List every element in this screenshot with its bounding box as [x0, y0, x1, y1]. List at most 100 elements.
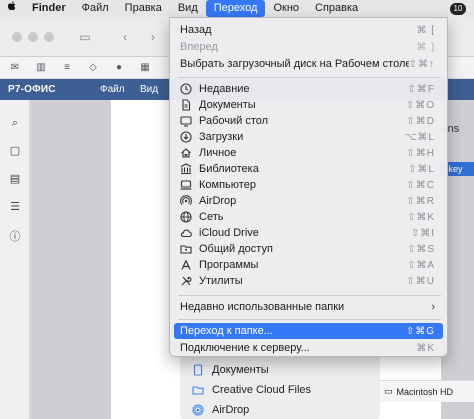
left-tool-panel: ⌕ ▢ ▤ ☰ ⓘ: [0, 100, 30, 419]
box-icon[interactable]: ◇: [86, 61, 100, 75]
menu-item-label: Программы: [199, 259, 259, 271]
go-menu-item-applications[interactable]: Программы ⇧⌘A: [174, 257, 443, 273]
menu-item-label: Документы: [199, 99, 256, 111]
menu-edit[interactable]: Правка: [117, 0, 170, 17]
finder-sidebar-item-airdrop[interactable]: AirDrop: [192, 401, 249, 419]
finder-sidebar-label: Документы: [212, 364, 269, 376]
close-window-button[interactable]: [12, 32, 22, 42]
comment-icon[interactable]: ▢: [8, 144, 22, 158]
menu-view[interactable]: Вид: [170, 0, 206, 17]
menu-item-shortcut: ⇧⌘G: [405, 325, 435, 337]
go-menu-item-library[interactable]: Библиотека ⇧⌘L: [174, 161, 443, 177]
r7-menu-view[interactable]: Вид: [140, 79, 158, 100]
chevron-right-icon: ›: [431, 301, 435, 313]
library-icon: [180, 163, 192, 175]
r7-menu-file[interactable]: Файл: [100, 79, 125, 100]
finder-sidebar-item-creative-cloud[interactable]: Creative Cloud Files: [192, 381, 311, 399]
menu-item-shortcut: ⇧⌘I: [410, 227, 435, 239]
menu-item-shortcut: ⌥⌘L: [404, 131, 435, 143]
disk-icon: ▭: [384, 386, 393, 396]
shared-folder-icon: [180, 243, 192, 255]
menu-item-shortcut: ⇧⌘O: [405, 99, 435, 111]
go-menu-item-airdrop[interactable]: AirDrop ⇧⌘R: [174, 193, 443, 209]
chart-icon[interactable]: ▥: [34, 61, 48, 75]
go-menu-item-recents[interactable]: Недавние ⇧⌘F: [174, 81, 443, 97]
menu-bar: Finder Файл Правка Вид Переход Окно Спра…: [0, 0, 474, 17]
forward-icon[interactable]: ›: [140, 28, 166, 46]
info-icon[interactable]: ⓘ: [8, 230, 22, 244]
go-menu-item-shared[interactable]: Общий доступ ⇧⌘S: [174, 241, 443, 257]
grid-icon[interactable]: ▦: [138, 61, 152, 75]
status-badge[interactable]: 10: [450, 2, 466, 15]
go-menu-item-goto-folder[interactable]: Переход к папке... ⇧⌘G: [174, 323, 443, 339]
menu-separator: [178, 295, 441, 296]
menu-item-label: Библиотека: [199, 163, 259, 175]
menu-item-label: Компьютер: [199, 179, 256, 191]
download-icon: [180, 131, 192, 143]
menu-item-shortcut: ⇧⌘L: [408, 163, 435, 175]
menu-item-label: Утилиты: [199, 275, 243, 287]
menu-go[interactable]: Переход: [205, 0, 266, 17]
airdrop-icon: [192, 404, 204, 416]
menu-item-shortcut: ⇧⌘D: [406, 115, 435, 127]
finder-sidebar-item-documents[interactable]: Документы: [192, 361, 269, 379]
clock-icon: [180, 83, 192, 95]
network-icon: [180, 211, 192, 223]
path-bar-item[interactable]: Macintosh HD: [397, 387, 454, 397]
go-menu-item-home[interactable]: Личное ⇧⌘H: [174, 145, 443, 161]
menu-item-label: iCloud Drive: [199, 227, 259, 239]
github-icon[interactable]: ●: [112, 61, 126, 75]
folder-icon: [192, 386, 204, 395]
go-menu-item-recent-folders[interactable]: Недавно использованные папки ›: [174, 299, 443, 315]
airdrop-icon: [180, 195, 192, 207]
menu-item-label: Назад: [180, 24, 212, 36]
go-menu-item-computer[interactable]: Компьютер ⇧⌘C: [174, 177, 443, 193]
menu-item-shortcut: ⌘ ]: [416, 41, 435, 53]
menu-item-shortcut: ⇧⌘S: [406, 243, 435, 255]
menu-separator: [178, 77, 441, 78]
go-menu-item-back[interactable]: Назад ⌘ [: [174, 22, 443, 38]
headings-icon[interactable]: ☰: [8, 200, 22, 214]
menu-help[interactable]: Справка: [307, 0, 366, 17]
menu-item-shortcut: ⇧⌘C: [406, 179, 435, 191]
go-menu-item-connect-server[interactable]: Подключение к серверу... ⌘K: [174, 340, 443, 356]
computer-icon: [180, 179, 192, 191]
menu-item-label: AirDrop: [199, 195, 237, 207]
go-menu-item-documents[interactable]: Документы ⇧⌘O: [174, 97, 443, 113]
code-icon[interactable]: ≡: [60, 61, 74, 75]
go-menu-item-icloud-drive[interactable]: iCloud Drive ⇧⌘I: [174, 225, 443, 241]
menu-window[interactable]: Окно: [265, 0, 307, 17]
cloud-icon: [180, 227, 192, 239]
sidebar-toggle-icon[interactable]: ▭: [72, 28, 98, 46]
menu-item-shortcut: ⇧⌘↑: [408, 58, 435, 70]
go-menu-item-downloads[interactable]: Загрузки ⌥⌘L: [174, 129, 443, 145]
finder-sidebar: Документы Creative Cloud Files AirDrop: [180, 355, 380, 419]
back-icon[interactable]: ‹: [112, 28, 138, 46]
apple-icon[interactable]: [0, 0, 22, 17]
go-menu-item-network[interactable]: Сеть ⇧⌘K: [174, 209, 443, 225]
menu-item-label: Недавние: [199, 83, 250, 95]
zoom-window-button[interactable]: [44, 32, 54, 42]
menu-item-shortcut: ⇧⌘A: [406, 259, 435, 271]
menu-item-label: Загрузки: [199, 131, 244, 143]
menu-item-shortcut: ⇧⌘H: [406, 147, 435, 159]
go-menu-item-startup-disk[interactable]: Выбрать загрузочный диск на Рабочем стол…: [174, 56, 443, 72]
menu-item-shortcut: ⇧⌘F: [407, 83, 435, 95]
minimize-window-button[interactable]: [28, 32, 38, 42]
chat-icon[interactable]: ▤: [8, 172, 22, 186]
menu-separator: [178, 319, 441, 320]
menu-file[interactable]: Файл: [74, 0, 117, 17]
menu-finder[interactable]: Finder: [22, 0, 74, 17]
r7-logo: Р7-ОФИС: [8, 84, 56, 95]
menu-item-label: Выбрать загрузочный диск на Рабочем стол…: [180, 58, 409, 70]
menu-item-label: Недавно использованные папки: [180, 301, 345, 313]
mail-icon[interactable]: ✉: [8, 61, 22, 75]
menu-item-shortcut: ⇧⌘K: [406, 211, 435, 223]
menu-item-shortcut: ⌘ [: [416, 24, 435, 36]
go-menu-item-desktop[interactable]: Рабочий стол ⇧⌘D: [174, 113, 443, 129]
menu-item-label: Вперед: [180, 41, 218, 53]
search-icon[interactable]: ⌕: [8, 116, 22, 130]
document-icon: [193, 364, 203, 376]
finder-sidebar-label: Creative Cloud Files: [212, 384, 312, 396]
go-menu-item-utilities[interactable]: Утилиты ⇧⌘U: [174, 273, 443, 289]
